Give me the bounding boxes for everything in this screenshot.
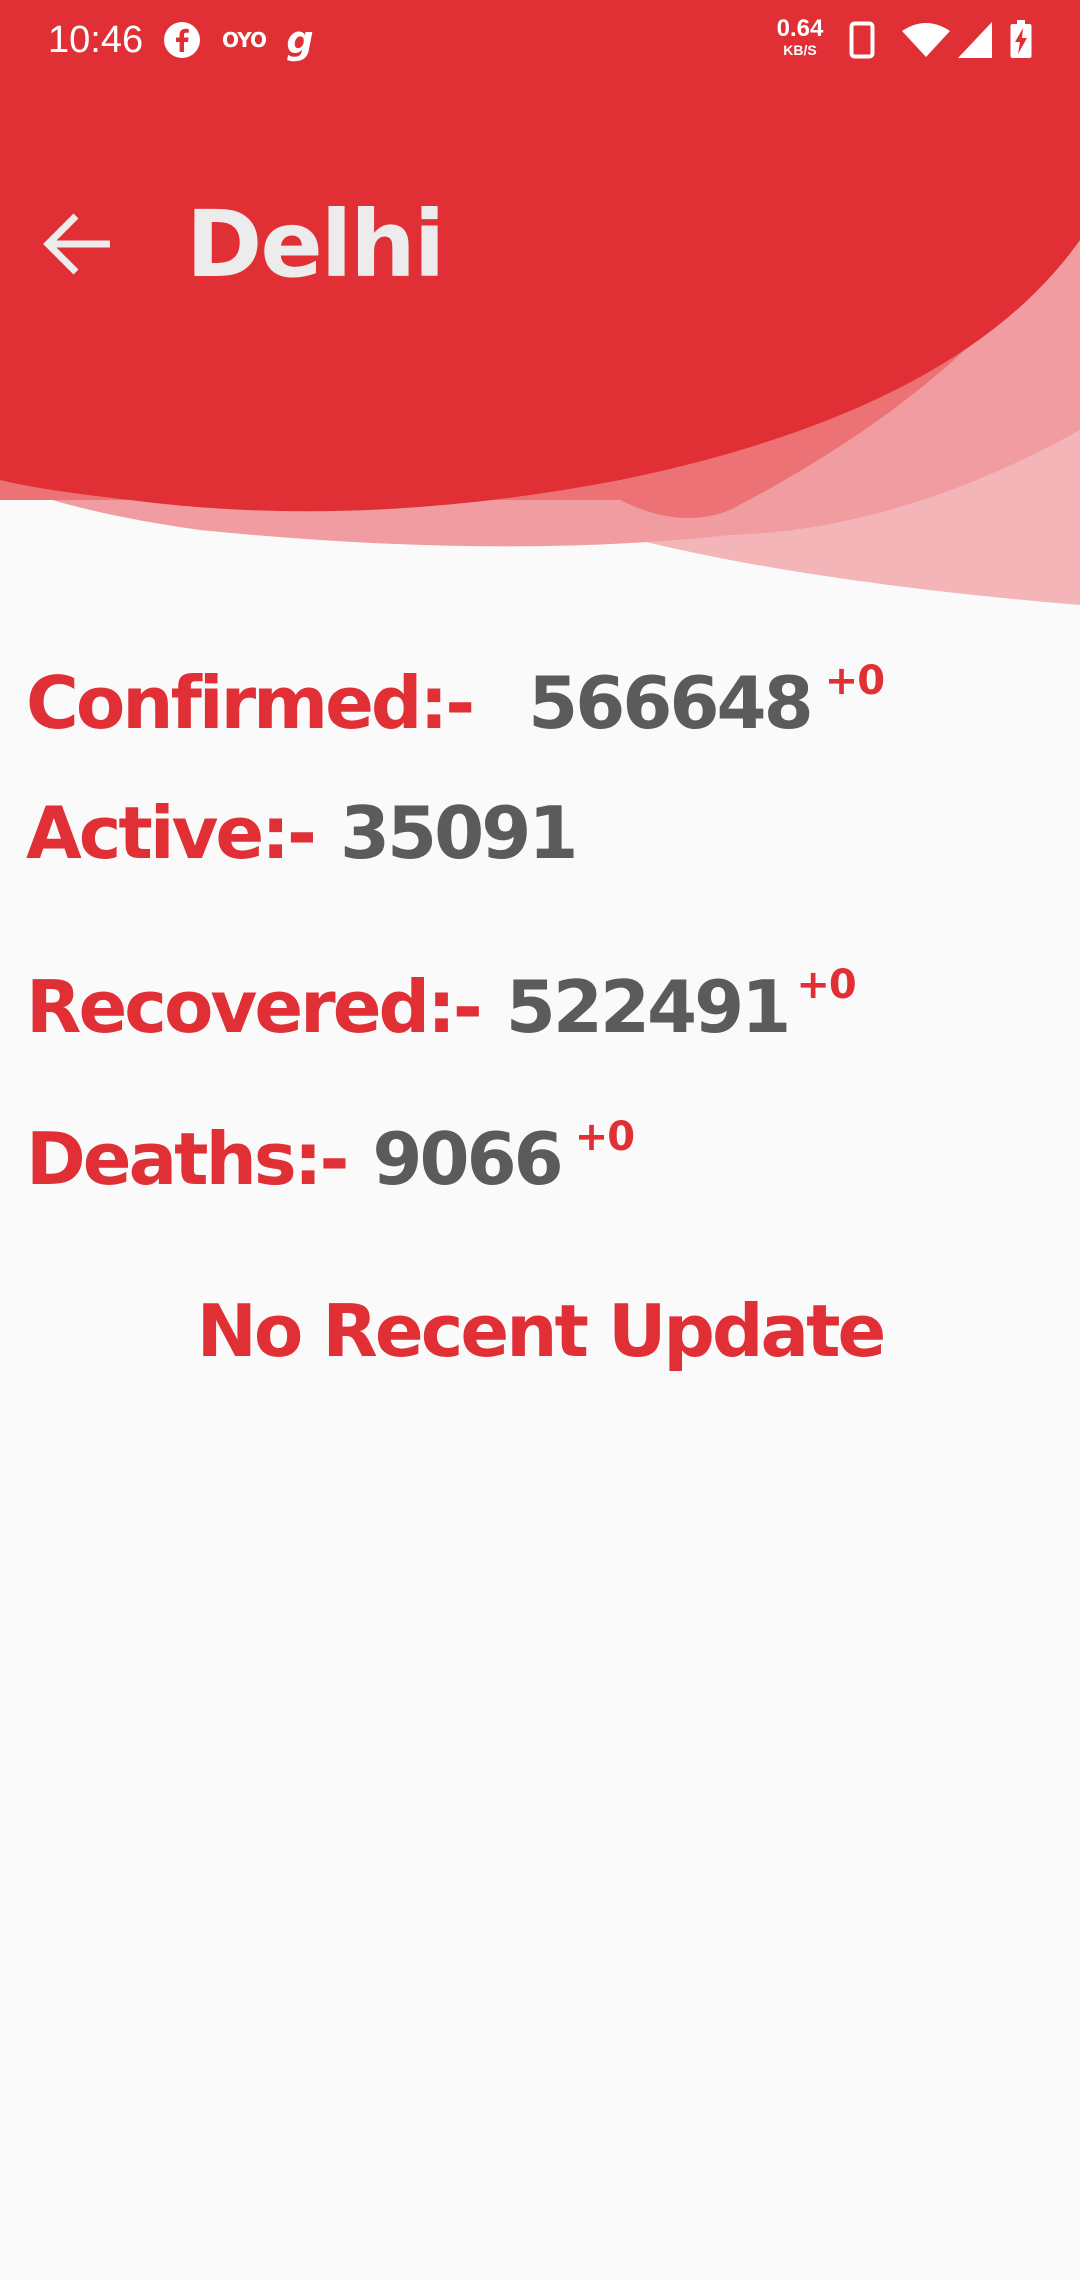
arrow-left-icon <box>43 213 110 275</box>
active-label: Active:- <box>26 791 317 875</box>
recovered-delta: +0 <box>796 962 856 1008</box>
facebook-icon <box>160 18 204 62</box>
network-speed: 0.64 KB/S <box>772 15 828 59</box>
confirmed-delta: +0 <box>824 658 885 704</box>
deaths-label: Deaths:- <box>26 1117 349 1201</box>
oyo-logo-text: OYO <box>221 28 267 52</box>
gaana-logo-text: g <box>286 18 314 62</box>
confirmed-value: 566648 <box>528 661 814 745</box>
confirmed-row: Confirmed:- 566648 +0 <box>26 636 885 748</box>
status-bar: 10:46 OYO g 0.64 KB/S <box>0 0 1080 80</box>
active-row: Active:- 35091 <box>26 788 578 878</box>
gaana-icon: g <box>278 18 322 62</box>
deaths-row: Deaths:- 9066 +0 <box>26 1092 635 1204</box>
page-title: Delhi <box>186 191 445 298</box>
update-message: No Recent Update <box>196 1289 887 1373</box>
confirmed-label: Confirmed:- <box>26 661 475 745</box>
status-time: 10:46 <box>48 19 144 61</box>
deaths-delta: +0 <box>574 1114 635 1160</box>
phone-icon <box>846 18 878 62</box>
network-speed-value: 0.64 <box>776 15 824 42</box>
battery-charging-icon <box>1004 18 1038 62</box>
recovered-value: 522491 <box>505 965 792 1049</box>
toolbar: Delhi <box>0 160 1080 320</box>
network-speed-unit: KB/S <box>783 42 817 58</box>
oyo-icon: OYO <box>214 18 274 62</box>
active-value: 35091 <box>339 791 578 875</box>
cell-signal-icon <box>956 18 994 62</box>
recovered-row: Recovered:- 522491 +0 <box>26 940 857 1052</box>
back-button[interactable] <box>30 196 126 292</box>
deaths-value: 9066 <box>372 1117 563 1201</box>
recovered-label: Recovered:- <box>26 965 483 1049</box>
wifi-icon <box>900 18 952 62</box>
